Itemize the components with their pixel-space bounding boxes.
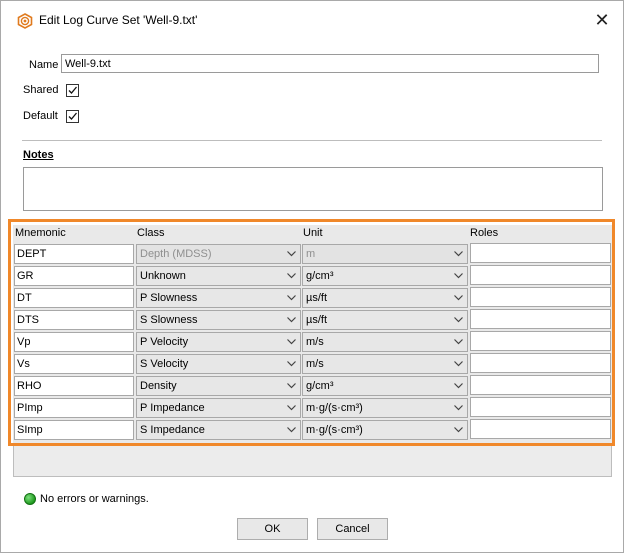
divider — [22, 140, 602, 141]
checkmark-icon — [68, 112, 77, 120]
shared-label: Shared — [23, 84, 59, 96]
checkmark-icon — [68, 86, 77, 94]
app-logo-icon — [17, 13, 33, 29]
default-checkbox[interactable] — [66, 110, 79, 123]
notes-label: Notes — [23, 149, 54, 161]
ok-button[interactable]: OK — [237, 518, 308, 540]
table-empty-area — [13, 443, 612, 477]
default-label: Default — [23, 110, 58, 122]
notes-textarea[interactable] — [23, 167, 603, 211]
edit-log-curve-set-dialog: Edit Log Curve Set 'Well-9.txt' ✕ Name S… — [0, 0, 624, 553]
status-ok-icon — [24, 493, 36, 505]
name-label: Name — [29, 59, 59, 71]
shared-checkbox[interactable] — [66, 84, 79, 97]
title-bar: Edit Log Curve Set 'Well-9.txt' ✕ — [1, 1, 623, 37]
cancel-button[interactable]: Cancel — [317, 518, 388, 540]
status-message: No errors or warnings. — [40, 493, 149, 505]
close-icon: ✕ — [594, 9, 610, 30]
dialog-title: Edit Log Curve Set 'Well-9.txt' — [39, 13, 198, 27]
close-button[interactable]: ✕ — [589, 7, 615, 33]
name-field[interactable] — [61, 54, 599, 73]
highlight-frame — [8, 219, 615, 446]
